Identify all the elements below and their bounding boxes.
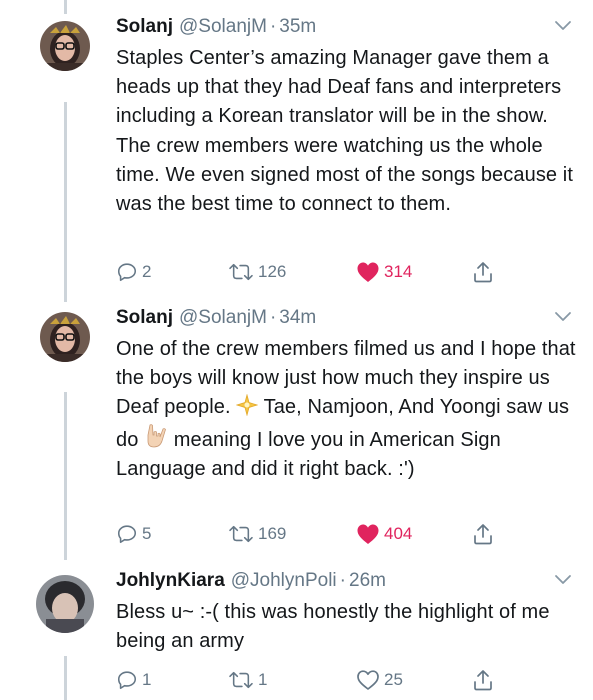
- reply-icon: [117, 525, 137, 544]
- chevron-down-icon[interactable]: [552, 305, 574, 327]
- love-you-gesture-emoji: [147, 423, 167, 448]
- like-button[interactable]: 25: [356, 666, 403, 694]
- reply-count: 5: [142, 524, 152, 543]
- share-button[interactable]: [472, 666, 494, 694]
- avatar[interactable]: [40, 21, 90, 71]
- like-icon: [357, 670, 379, 690]
- like-button[interactable]: 404: [356, 520, 412, 548]
- retweet-button[interactable]: 126: [228, 258, 286, 286]
- display-name[interactable]: JohlynKiara: [116, 570, 225, 592]
- retweet-count: 126: [258, 262, 287, 281]
- retweet-icon: [229, 671, 253, 689]
- tweet-header: Solanj @SolanjM · 35m: [116, 14, 576, 40]
- like-icon: [357, 524, 379, 544]
- retweet-count: 1: [258, 670, 268, 689]
- separator: ·: [339, 570, 346, 591]
- retweet-button[interactable]: 1: [228, 666, 267, 694]
- tweet-text-part: meaning I love you in American Sign Lang…: [116, 428, 501, 480]
- tweet-actions: 5 169 404: [116, 520, 516, 548]
- chevron-down-icon[interactable]: [552, 568, 574, 590]
- like-count: 404: [384, 524, 413, 543]
- share-icon: [474, 262, 492, 283]
- tweet-text: Bless u~ :-( this was honestly the highl…: [116, 601, 550, 653]
- sparkle-emoji: [236, 394, 259, 417]
- timestamp[interactable]: 35m: [279, 16, 316, 38]
- reply-button[interactable]: 1: [116, 666, 151, 694]
- retweet-icon: [229, 525, 253, 543]
- retweet-count: 169: [258, 524, 287, 543]
- like-button[interactable]: 314: [356, 258, 412, 286]
- separator: ·: [269, 16, 277, 37]
- tweet-actions: 2 126 314: [116, 258, 516, 286]
- reply-count: 2: [142, 262, 152, 281]
- like-count: 25: [384, 670, 403, 689]
- display-name[interactable]: Solanj: [116, 16, 173, 38]
- user-handle[interactable]: @SolanjM: [179, 16, 267, 38]
- user-handle[interactable]: @SolanjM: [179, 307, 267, 329]
- tweet-header: JohlynKiara @JohlynPoli · 26m: [116, 568, 576, 594]
- display-name[interactable]: Solanj: [116, 307, 173, 329]
- reply-button[interactable]: 5: [116, 520, 151, 548]
- reply-count: 1: [142, 670, 152, 689]
- reply-icon: [117, 671, 137, 690]
- retweet-icon: [229, 263, 253, 281]
- chevron-down-icon[interactable]: [552, 14, 574, 36]
- user-handle[interactable]: @JohlynPoli: [231, 570, 337, 592]
- tweet-actions: 1 1 25: [116, 666, 516, 694]
- share-button[interactable]: [472, 258, 494, 286]
- avatar[interactable]: [40, 312, 90, 362]
- share-icon: [474, 670, 492, 691]
- timestamp[interactable]: 26m: [349, 570, 386, 592]
- reply-button[interactable]: 2: [116, 258, 151, 286]
- timestamp[interactable]: 34m: [279, 307, 316, 329]
- share-button[interactable]: [472, 520, 494, 548]
- avatar[interactable]: [36, 575, 94, 633]
- tweet[interactable]: JohlynKiara @JohlynPoli · 26m Bless u~ :…: [0, 558, 593, 700]
- reply-icon: [117, 263, 137, 282]
- separator: ·: [269, 307, 277, 328]
- tweet-header: Solanj @SolanjM · 34m: [116, 305, 576, 331]
- tweet-text: Staples Center’s amazing Manager gave th…: [116, 47, 573, 216]
- like-icon: [357, 262, 379, 282]
- tweet[interactable]: Solanj @SolanjM · 34m One of the crew me…: [0, 300, 593, 558]
- share-icon: [474, 524, 492, 545]
- retweet-button[interactable]: 169: [228, 520, 286, 548]
- like-count: 314: [384, 262, 413, 281]
- tweet[interactable]: Solanj @SolanjM · 35m Staples Center’s a…: [0, 0, 593, 300]
- tweet-text: One of the crew members filmed us and I …: [116, 335, 576, 484]
